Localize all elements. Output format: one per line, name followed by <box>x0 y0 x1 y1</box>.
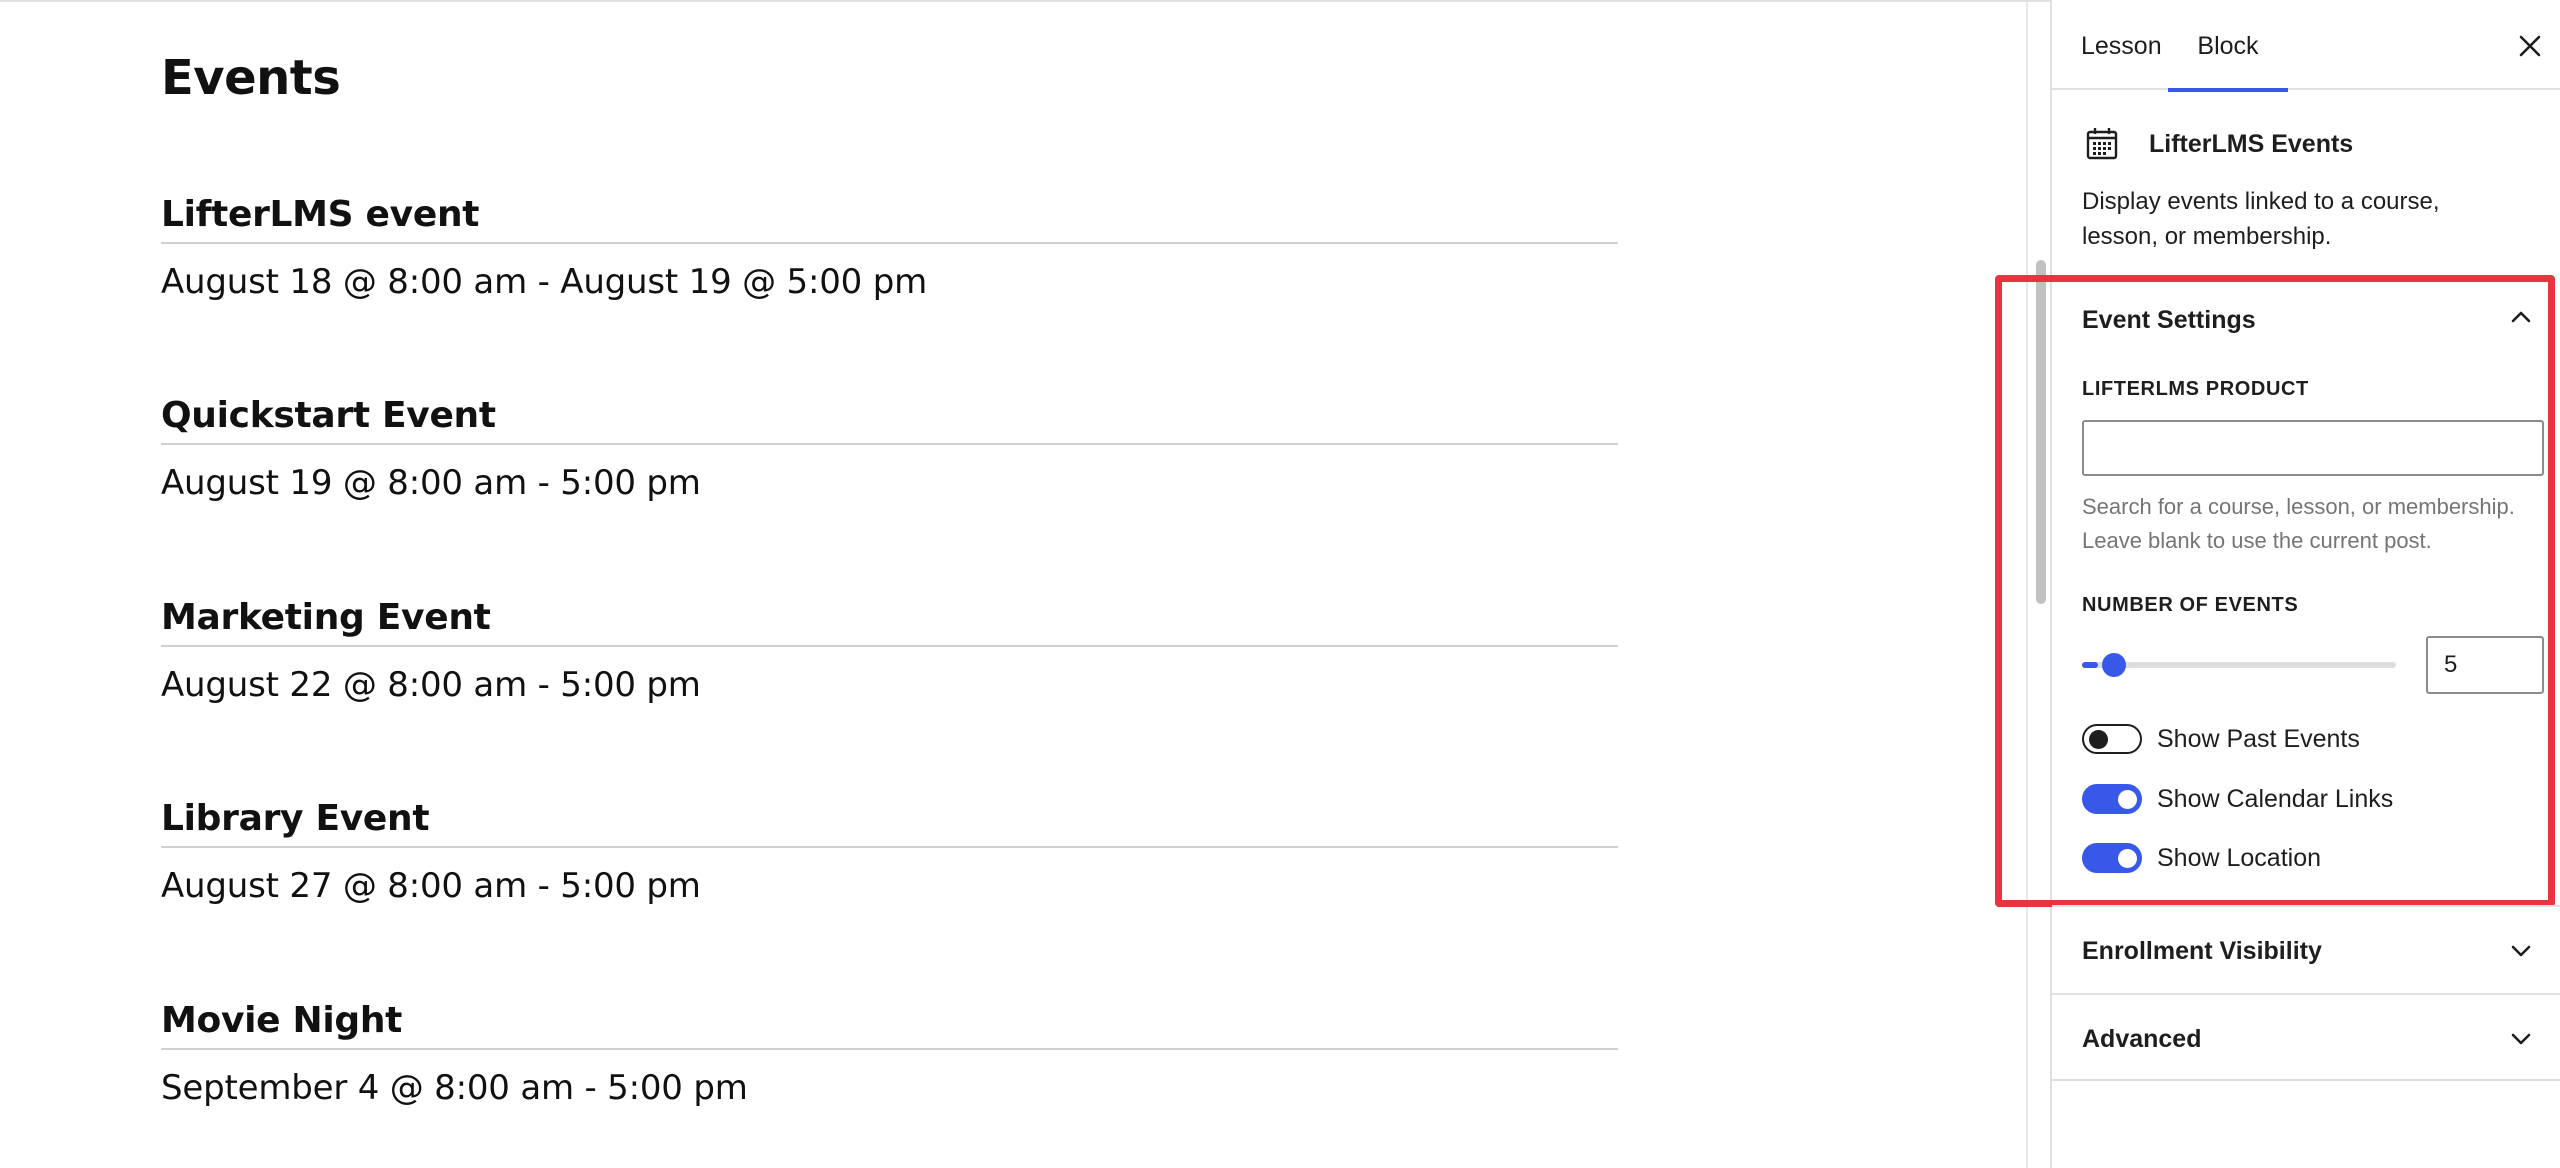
events-slider-thumb[interactable] <box>2102 653 2126 677</box>
chevron-down-icon <box>2511 1033 2531 1045</box>
event-title: Movie Night <box>161 1000 403 1041</box>
chevron-down-icon <box>2511 945 2531 957</box>
show-calendar-links-toggle[interactable] <box>2082 784 2142 814</box>
event-title: Marketing Event <box>161 597 491 638</box>
product-search-input[interactable] <box>2082 420 2544 476</box>
event-date: August 22 @ 8:00 am - 5:00 pm <box>161 665 701 705</box>
events-slider-fill <box>2082 662 2098 668</box>
number-of-events-label: Number of Events <box>2082 594 2299 616</box>
event-settings-title[interactable]: Event Settings <box>2082 306 2256 335</box>
product-label: LifterLMS Product <box>2082 378 2309 400</box>
tab-block[interactable]: Block <box>2168 0 2288 92</box>
event-title: Quickstart Event <box>161 395 496 436</box>
event-item[interactable]: Movie Night September 4 @ 8:00 am - 5:00… <box>161 994 1618 1108</box>
tab-lesson[interactable]: Lesson <box>2081 0 2162 90</box>
panel-enrollment-visibility[interactable]: Enrollment Visibility <box>2052 905 2560 993</box>
show-past-events-label: Show Past Events <box>2157 725 2360 753</box>
enrollment-visibility-title: Enrollment Visibility <box>2082 937 2322 965</box>
panel-advanced[interactable]: Advanced <box>2052 993 2560 1081</box>
editor-canvas: Events LifterLMS event August 18 @ 8:00 … <box>0 2 2026 1168</box>
scrollbar-thumb[interactable] <box>2036 260 2046 604</box>
events-slider-track[interactable] <box>2082 662 2396 668</box>
event-divider <box>161 242 1618 244</box>
event-divider <box>161 443 1618 445</box>
sidebar-tabs: Lesson Block <box>2052 0 2560 92</box>
block-description: Display events linked to a course, lesso… <box>2082 188 2440 250</box>
product-help-text: Search for a course, lesson, or membersh… <box>2082 494 2515 553</box>
editor-scrollbar[interactable] <box>2026 2 2052 1168</box>
advanced-title: Advanced <box>2082 1025 2202 1053</box>
event-divider <box>161 1048 1618 1050</box>
event-title: Library Event <box>161 798 430 839</box>
block-card: LifterLMS Events Display events linked t… <box>2052 92 2560 272</box>
event-item[interactable]: Library Event August 27 @ 8:00 am - 5:00… <box>161 792 1618 906</box>
event-item[interactable]: Marketing Event August 22 @ 8:00 am - 5:… <box>161 591 1618 705</box>
event-divider <box>161 846 1618 848</box>
toggle-knob <box>2118 790 2137 809</box>
event-date: August 18 @ 8:00 am - August 19 @ 5:00 p… <box>161 262 927 302</box>
event-divider <box>161 645 1618 647</box>
toggle-knob <box>2118 849 2137 868</box>
events-heading: Events <box>161 50 341 106</box>
event-date: September 4 @ 8:00 am - 5:00 pm <box>161 1068 748 1108</box>
event-item[interactable]: Quickstart Event August 19 @ 8:00 am - 5… <box>161 389 1618 503</box>
show-location-label: Show Location <box>2157 844 2322 872</box>
close-icon[interactable] <box>2510 26 2550 66</box>
event-title: LifterLMS event <box>161 194 480 235</box>
number-of-events-input[interactable] <box>2426 636 2544 694</box>
event-date: August 27 @ 8:00 am - 5:00 pm <box>161 866 701 906</box>
event-date: August 19 @ 8:00 am - 5:00 pm <box>161 463 701 503</box>
chevron-up-icon[interactable] <box>2506 302 2536 332</box>
calendar-icon <box>2086 128 2118 160</box>
show-location-toggle[interactable] <box>2082 843 2142 873</box>
toggle-knob <box>2089 730 2108 749</box>
show-calendar-links-label: Show Calendar Links <box>2157 785 2394 813</box>
block-name: LifterLMS Events <box>2149 130 2354 158</box>
show-past-events-toggle[interactable] <box>2082 724 2142 754</box>
event-item[interactable]: LifterLMS event August 18 @ 8:00 am - Au… <box>161 188 1618 302</box>
